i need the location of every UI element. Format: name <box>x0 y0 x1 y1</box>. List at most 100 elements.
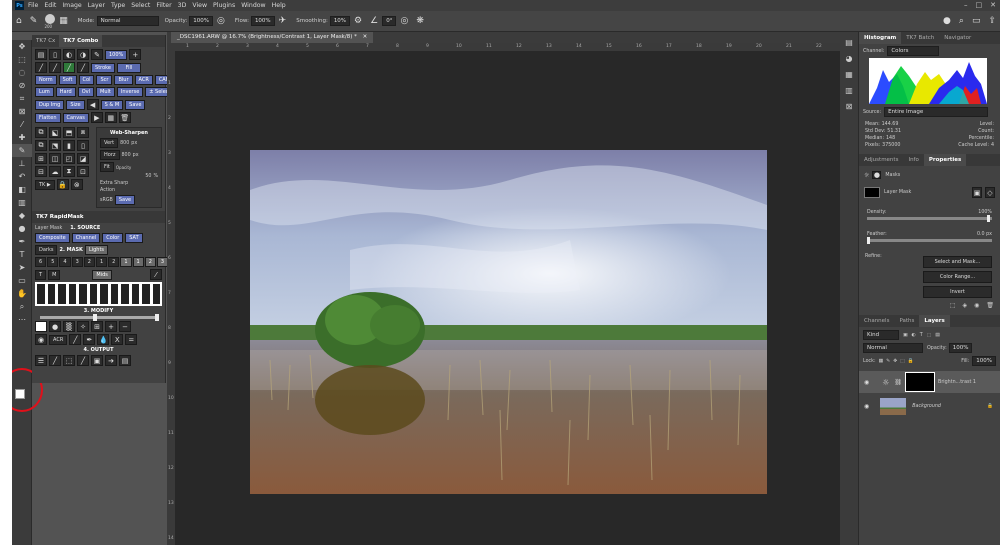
action-icon-13[interactable]: ⊟ <box>35 166 47 177</box>
brush-out2-icon[interactable]: ╱ <box>77 355 89 366</box>
blur-tool-icon[interactable]: ◆ <box>12 209 32 222</box>
action-icon-11[interactable]: ◰ <box>63 153 75 164</box>
zone-button-6[interactable]: 1 <box>95 257 108 267</box>
lock-pixels-icon[interactable]: ✎ <box>886 359 890 364</box>
close-icon[interactable]: ✕ <box>990 1 996 9</box>
x-icon[interactable]: X <box>111 334 124 345</box>
fill-button[interactable]: Fill <box>117 62 141 73</box>
apply-mask-icon[interactable]: ◈ <box>963 302 968 309</box>
zone-button-7[interactable]: 2 <box>108 257 120 267</box>
filter-smart-icon[interactable]: ▤ <box>935 333 940 338</box>
airbrush-icon[interactable]: ✈ <box>279 16 287 26</box>
feather-value[interactable]: 0.0 px <box>977 232 992 237</box>
tab-tk7-cx[interactable]: TK7 Cx <box>32 35 59 47</box>
soft-button[interactable]: Soft <box>58 75 77 85</box>
lights-button[interactable]: Lights <box>84 245 109 255</box>
pen-mod-icon[interactable]: ✒ <box>83 334 96 345</box>
minus-mod-icon[interactable]: − <box>119 321 131 332</box>
type-tool-icon[interactable]: T <box>12 248 32 261</box>
brush-mod-icon[interactable]: ╱ <box>69 334 82 345</box>
menu-help[interactable]: Help <box>272 2 286 9</box>
m-button[interactable]: M <box>48 269 61 280</box>
brush-tool-icon[interactable]: ✎ <box>30 16 38 26</box>
drop-icon[interactable]: 💧 <box>97 334 110 345</box>
action-icon-2[interactable]: ⬕ <box>49 127 61 138</box>
home-icon[interactable]: ⌂ <box>16 16 22 26</box>
web-save-button[interactable]: Save <box>114 195 136 205</box>
sat-button[interactable]: SAT <box>125 233 143 243</box>
channel-button[interactable]: Channel <box>71 233 101 243</box>
tab-adjustments[interactable]: Adjustments <box>859 154 903 166</box>
filter-pixel-icon[interactable]: ▣ <box>903 333 908 338</box>
extra-sharp-checkbox[interactable]: Extra Sharp <box>100 181 128 186</box>
layer-row-background[interactable]: ◉ Background 🔒 <box>859 395 1000 417</box>
layer-opacity-field[interactable]: 100% <box>948 343 973 353</box>
list-icon[interactable]: ☰ <box>35 355 47 366</box>
dodge-tool-icon[interactable]: ● <box>12 222 32 235</box>
forward-icon[interactable]: ▶ <box>90 112 103 123</box>
brush-black-icon[interactable]: ╱ <box>35 62 47 73</box>
tab-channels[interactable]: Channels <box>859 315 894 327</box>
darks-button[interactable]: Darks <box>35 245 58 255</box>
delete-mask-icon[interactable]: 🗑 <box>986 302 994 309</box>
tab-properties[interactable]: Properties <box>923 154 967 166</box>
action-icon-5[interactable]: ⧉ <box>35 140 47 151</box>
acr-mod-button[interactable]: ACR <box>49 334 68 345</box>
symmetry-icon[interactable]: ❋ <box>416 16 424 26</box>
equals-icon[interactable]: = <box>125 334 138 345</box>
shape-tool-icon[interactable]: ▭ <box>12 274 32 287</box>
tab-histogram[interactable]: Histogram <box>859 32 902 44</box>
flatten-button[interactable]: Flatten <box>35 112 61 123</box>
lasso-tool-icon[interactable]: ◌ <box>12 66 32 79</box>
mask-alt-icon[interactable]: ◑ <box>77 49 89 60</box>
grid-icon[interactable]: ⊞ <box>91 321 103 332</box>
horz-button[interactable]: Horz <box>100 150 120 160</box>
action-icon-15[interactable]: ⧗ <box>63 166 75 177</box>
lock-all-icon[interactable]: 🔒 <box>908 359 914 364</box>
srgb-checkbox[interactable]: sRGB <box>100 198 113 203</box>
tone-zone-bars[interactable] <box>35 282 162 306</box>
select-pixel-mask-icon[interactable]: ▣ <box>972 187 982 198</box>
brush-preset-icon[interactable] <box>45 13 56 24</box>
visibility-eye-icon[interactable]: ◉ <box>864 403 869 410</box>
share-icon[interactable]: ⇪ <box>988 16 996 26</box>
pen-tool-icon[interactable]: ✒ <box>12 235 32 248</box>
marquee-tool-icon[interactable]: ⬚ <box>12 53 32 66</box>
disable-mask-icon[interactable]: ◉ <box>974 302 979 309</box>
lock-position-icon[interactable]: ✥ <box>893 359 897 364</box>
zone-button-3[interactable]: 4 <box>59 257 71 267</box>
blend-mode-select[interactable]: Normal <box>863 343 923 353</box>
source-select[interactable]: Entire Image <box>884 107 989 117</box>
landscape-photo[interactable] <box>250 150 767 494</box>
gradient-tool-icon[interactable]: ▥ <box>12 196 32 209</box>
save-icon[interactable]: ▣ <box>91 355 103 366</box>
action-icon-4[interactable]: ⧈ <box>77 127 89 138</box>
visibility-eye-icon[interactable]: ◉ <box>864 379 869 386</box>
gradients-icon[interactable]: ▥ <box>840 82 858 98</box>
lock-artboard-icon[interactable]: ⬚ <box>900 359 905 364</box>
history-icon[interactable]: ▤ <box>840 34 858 50</box>
lum-button[interactable]: Lum <box>35 87 54 97</box>
menu-window[interactable]: Window <box>241 2 265 9</box>
fit-button[interactable]: Fit <box>100 162 114 172</box>
action-icon-12[interactable]: ◪ <box>77 153 89 164</box>
composite-button[interactable]: Composite <box>35 233 70 243</box>
action-icon-3[interactable]: ⬒ <box>63 127 75 138</box>
vert-value[interactable]: 800 <box>120 141 129 146</box>
link-icon[interactable]: ⊗ <box>70 179 83 190</box>
layer-mask-thumbnail[interactable] <box>864 187 880 198</box>
action-icon-1[interactable]: ⧉ <box>35 127 47 138</box>
brush-grey-icon[interactable]: ╱ <box>77 62 89 73</box>
folder-icon[interactable]: ▤ <box>35 49 47 60</box>
zoom-tool-icon[interactable]: ⌕ <box>12 300 32 313</box>
menu-filter[interactable]: Filter <box>156 2 171 9</box>
menu-file[interactable]: File <box>28 2 38 9</box>
stroke-button[interactable]: Stroke <box>91 62 115 73</box>
color-range-button[interactable]: Color Range... <box>923 271 992 283</box>
layer-row-brightness[interactable]: ◉ ☼ ⛓ Brightn...trast 1 <box>859 371 1000 393</box>
sparkle-icon[interactable]: ✧ <box>77 321 89 332</box>
brush-settings-icon[interactable]: ▦ <box>59 16 68 26</box>
action-icon-14[interactable]: ☁ <box>49 166 61 177</box>
zone-button-10[interactable]: 2 <box>144 257 156 267</box>
layer-name[interactable]: Brightn...trast 1 <box>938 380 976 385</box>
